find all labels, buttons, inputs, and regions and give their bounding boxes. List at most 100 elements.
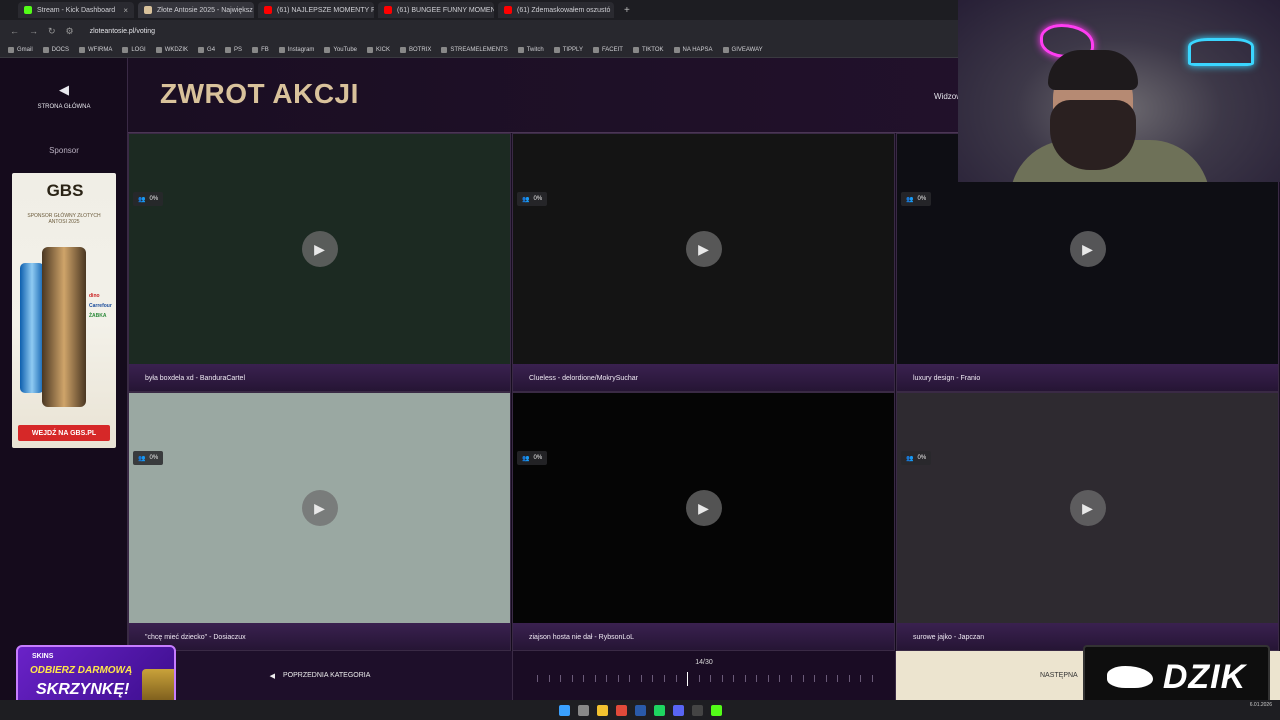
progress-tick[interactable] xyxy=(756,675,758,682)
progress-tick[interactable] xyxy=(814,675,816,682)
progress-tick[interactable] xyxy=(837,675,839,682)
steam-icon[interactable] xyxy=(634,704,646,716)
previous-category-button[interactable]: ◀ POPRZEDNIA KATEGORIA xyxy=(128,651,512,700)
progress-tick[interactable] xyxy=(779,675,781,682)
windows-taskbar: 6.01.2026 xyxy=(0,700,1280,720)
progress-tick[interactable] xyxy=(721,675,723,682)
progress-tick[interactable] xyxy=(687,672,689,686)
progress-tick[interactable] xyxy=(871,675,873,682)
bookmark-item[interactable]: G4 xyxy=(198,46,215,53)
bookmark-item[interactable]: FACEIT xyxy=(592,46,623,53)
bookmark-item[interactable]: FB xyxy=(252,46,269,53)
progress-tick[interactable] xyxy=(560,675,562,682)
video-card[interactable]: 👥 0% ▶ była boxdela xd - BanduraCartel xyxy=(128,133,511,392)
browser-tab[interactable]: Stream - Kick Dashboard × xyxy=(18,2,134,18)
video-caption: Clueless - delordione/MokrySuchar xyxy=(513,364,894,391)
bookmark-item[interactable]: WKDZIK xyxy=(155,46,189,53)
search-icon[interactable] xyxy=(577,704,589,716)
progress-tick[interactable] xyxy=(629,675,631,682)
bookmark-item[interactable]: NA HAPSA xyxy=(673,46,713,53)
bookmark-item[interactable]: WFIRMA xyxy=(79,46,112,53)
kick-icon[interactable] xyxy=(710,704,722,716)
left-sidebar: ◀ STRONA GŁÓWNA Sponsor GBS SPONSOR GŁÓW… xyxy=(0,58,128,700)
progress-tick[interactable] xyxy=(664,675,666,682)
progress-tick[interactable] xyxy=(594,675,596,682)
progress-tick[interactable] xyxy=(710,675,712,682)
vote-percent-value: 0% xyxy=(149,196,159,202)
play-icon[interactable]: ▶ xyxy=(685,490,722,526)
browser-tab[interactable]: (61) Zdemaskowałem oszustó× xyxy=(498,2,614,18)
play-icon[interactable]: ▶ xyxy=(301,231,338,267)
back-icon[interactable]: ← xyxy=(10,26,19,36)
obs-icon[interactable] xyxy=(691,704,703,716)
home-label: STRONA GŁÓWNA xyxy=(37,103,91,110)
chrome-icon[interactable] xyxy=(615,704,627,716)
progress-tick[interactable] xyxy=(744,675,746,682)
progress-tick[interactable] xyxy=(583,675,585,682)
progress-ticks[interactable] xyxy=(537,672,873,686)
bookmark-label: STREAMELEMENTS xyxy=(450,46,508,53)
video-card[interactable]: 👥 0% ▶ "chcę mieć dziecko" - Dosiaczux xyxy=(128,392,511,651)
play-icon[interactable]: ▶ xyxy=(685,231,722,267)
progress-tick[interactable] xyxy=(606,675,608,682)
play-icon[interactable]: ▶ xyxy=(301,490,338,526)
site-info-icon[interactable]: ⚙ xyxy=(66,26,74,37)
bookmark-label: PS xyxy=(234,46,243,53)
video-card[interactable]: 👥 0% ▶ Clueless - delordione/MokrySuchar xyxy=(512,133,895,392)
ad-cta-button[interactable]: WEJDŹ NA GBS.PL xyxy=(18,425,110,441)
close-icon[interactable]: × xyxy=(123,6,128,15)
play-icon[interactable]: ▶ xyxy=(1069,490,1106,526)
discord-icon[interactable] xyxy=(672,704,684,716)
bookmark-item[interactable]: TIPPLY xyxy=(553,46,583,53)
windows-icon[interactable] xyxy=(558,704,570,716)
browser-tab[interactable]: (61) BUNGEE FUNNY MOMENT× xyxy=(378,2,494,18)
progress-tick[interactable] xyxy=(802,675,804,682)
progress-tick[interactable] xyxy=(767,675,769,682)
browser-tab[interactable]: Złote Antosie 2025 - Największ× xyxy=(138,2,254,18)
bookmark-label: LOGI xyxy=(131,46,146,53)
url-field[interactable]: zloteantosie.pl/voting xyxy=(90,28,155,35)
browser-tab[interactable]: (61) NAJLEPSZE MOMENTY PO× xyxy=(258,2,374,18)
bookmark-label: WKDZIK xyxy=(164,46,189,53)
files-icon[interactable] xyxy=(596,704,608,716)
bookmark-item[interactable]: LOGI xyxy=(122,46,146,53)
bookmark-item[interactable]: TIKTOK xyxy=(632,46,664,53)
progress-tick[interactable] xyxy=(548,675,550,682)
new-tab-icon[interactable]: + xyxy=(624,5,630,16)
bookmark-item[interactable]: Twitch xyxy=(517,46,544,53)
reload-icon[interactable]: ↻ xyxy=(48,26,56,37)
progress-tick[interactable] xyxy=(698,675,700,682)
progress-tick[interactable] xyxy=(571,675,573,682)
progress-tick[interactable] xyxy=(733,675,735,682)
bookmark-item[interactable]: YouTube xyxy=(324,46,357,53)
bookmark-item[interactable]: KICK xyxy=(367,46,391,53)
bookmark-item[interactable]: BOTRIX xyxy=(400,46,431,53)
bookmark-icon xyxy=(155,46,162,53)
vote-percent-value: 0% xyxy=(533,455,543,461)
progress-tick[interactable] xyxy=(791,675,793,682)
progress-tick[interactable] xyxy=(640,675,642,682)
bookmark-item[interactable]: DOCS xyxy=(42,46,69,53)
progress-tick[interactable] xyxy=(848,675,850,682)
video-card[interactable]: 👥 0% ▶ ziajson hosta nie dał - RybsonLoL xyxy=(512,392,895,651)
bookmark-item[interactable]: STREAMELEMENTS xyxy=(441,46,508,53)
bookmark-label: KICK xyxy=(376,46,391,53)
bookmark-icon xyxy=(441,46,448,53)
spotify-icon[interactable] xyxy=(653,704,665,716)
bookmark-item[interactable]: Instagram xyxy=(278,46,314,53)
bookmark-item[interactable]: GIVEAWAY xyxy=(722,46,763,53)
progress-tick[interactable] xyxy=(825,675,827,682)
play-icon[interactable]: ▶ xyxy=(1069,231,1106,267)
home-button[interactable]: ◀ STRONA GŁÓWNA xyxy=(0,58,128,133)
video-caption: była boxdela xd - BanduraCartel xyxy=(129,364,510,391)
bookmark-item[interactable]: PS xyxy=(225,46,243,53)
progress-tick[interactable] xyxy=(675,675,677,682)
progress-tick[interactable] xyxy=(537,675,538,682)
bookmark-item[interactable]: Gmail xyxy=(8,46,33,53)
progress-tick[interactable] xyxy=(652,675,654,682)
sponsor-ad[interactable]: GBS SPONSOR GŁÓWNY ZŁOTYCH ANTOSI 2025 d… xyxy=(12,173,116,448)
progress-tick[interactable] xyxy=(860,675,862,682)
progress-tick[interactable] xyxy=(617,675,619,682)
forward-icon[interactable]: → xyxy=(29,26,38,36)
video-card[interactable]: 👥 0% ▶ surowe jajko - Japczan xyxy=(896,392,1279,651)
